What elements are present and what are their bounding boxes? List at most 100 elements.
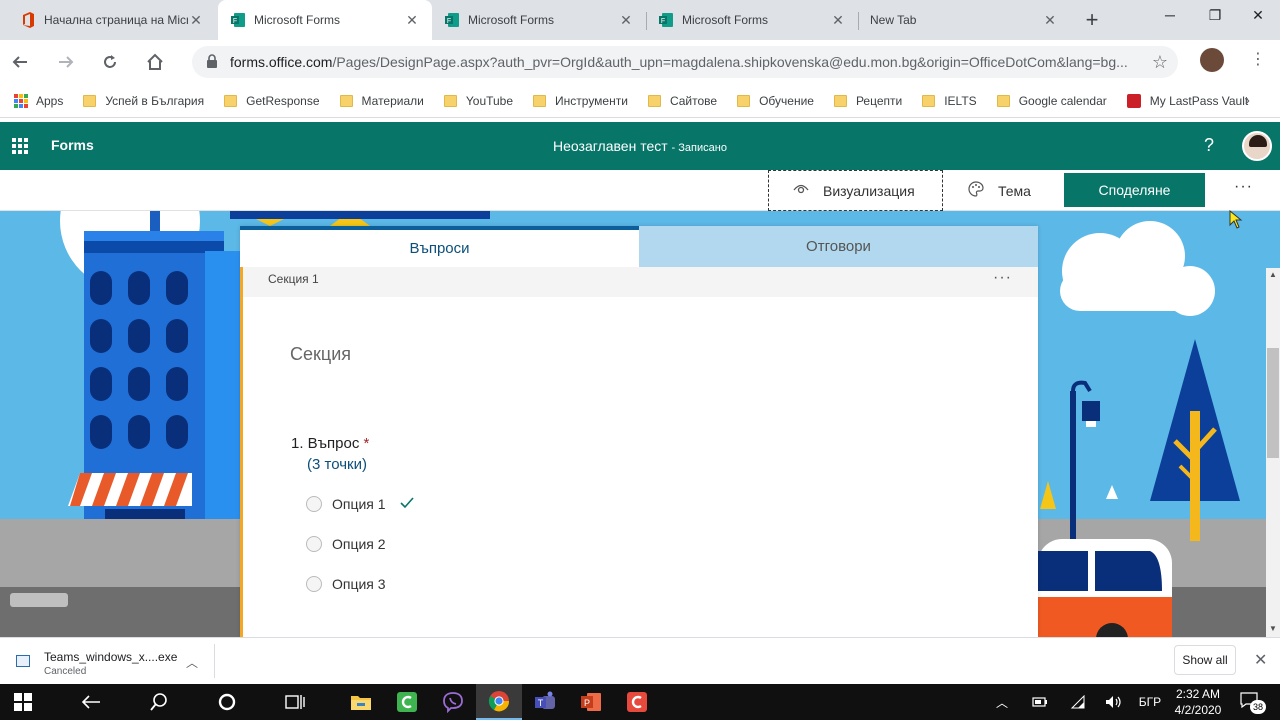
document-title[interactable]: Неозаглавен тест (553, 138, 668, 154)
bookmark-folder[interactable]: Обучение (737, 94, 814, 108)
notification-count-badge: 38 (1250, 700, 1266, 714)
svg-text:P: P (584, 698, 590, 708)
scroll-down-arrow-icon[interactable]: ▼ (1269, 624, 1277, 633)
bookmark-folder[interactable]: Рецепти (833, 94, 902, 108)
tab-title: Microsoft Forms (682, 13, 769, 27)
browser-tab-strip: Начална страница на Micro ✕ F Microsoft … (0, 0, 1280, 40)
choice-option[interactable]: Опция 3 (306, 574, 386, 594)
new-tab-plus-icon[interactable]: + (1080, 7, 1104, 32)
question-title[interactable]: 1. Въпрос * (291, 435, 369, 452)
user-avatar[interactable] (1242, 131, 1272, 161)
palette-icon (968, 180, 984, 201)
browser-tab-forms-2[interactable]: F Microsoft Forms ✕ (432, 0, 646, 40)
radio-button[interactable] (306, 576, 322, 592)
bookmark-folder[interactable]: IELTS (922, 94, 977, 108)
close-tab-icon[interactable]: ✕ (618, 12, 634, 28)
bookmark-label: YouTube (465, 93, 514, 108)
preview-button[interactable]: Визуализация (768, 170, 943, 211)
radio-button[interactable] (306, 496, 322, 512)
page-scrollbar[interactable]: ▲ ▼ (1266, 268, 1280, 637)
bookmark-folder[interactable]: Успей в България (83, 94, 204, 108)
folder-icon (339, 94, 353, 107)
close-download-shelf-icon[interactable]: ✕ (1254, 650, 1267, 670)
address-bar[interactable]: forms.office.com/Pages/DesignPage.aspx?a… (192, 46, 1178, 78)
bookmark-star-icon[interactable]: ☆ (1152, 52, 1168, 73)
back-arrow-icon[interactable] (68, 684, 114, 720)
restore-icon[interactable]: ❐ (1193, 0, 1237, 30)
svg-text:F: F (233, 18, 237, 25)
radio-button[interactable] (306, 536, 322, 552)
teams-icon[interactable]: T (522, 684, 568, 720)
browser-menu-icon[interactable]: ⋮ (1248, 50, 1268, 70)
wifi-icon[interactable] (1068, 684, 1088, 720)
svg-text:T: T (538, 698, 544, 708)
forward-arrow-icon[interactable] (52, 48, 80, 76)
windows-start-icon[interactable] (0, 684, 46, 720)
tab-questions[interactable]: Въпроси (240, 226, 639, 267)
close-tab-icon[interactable]: ✕ (830, 12, 846, 28)
clock-time: 2:32 AM (1175, 687, 1221, 701)
download-file-name: Teams_windows_x....exe (44, 650, 178, 664)
close-tab-icon[interactable]: ✕ (1042, 12, 1058, 28)
scrollbar-thumb[interactable] (1267, 348, 1279, 458)
camtasia-editor-icon[interactable] (614, 684, 660, 720)
theme-button[interactable]: Тема (968, 170, 1031, 211)
close-tab-icon[interactable]: ✕ (404, 12, 420, 28)
preview-label: Визуализация (823, 182, 915, 199)
choice-option[interactable]: Опция 2 (306, 534, 386, 554)
show-all-downloads-button[interactable]: Show all (1174, 645, 1236, 675)
minimize-icon[interactable]: ─ (1148, 0, 1192, 30)
viber-icon[interactable] (430, 684, 476, 720)
browser-tab-forms-3[interactable]: F Microsoft Forms ✕ (646, 0, 858, 40)
tab-title: Начална страница на Micro (44, 13, 188, 27)
browser-tab-office-home[interactable]: Начална страница на Micro ✕ (8, 0, 216, 40)
folder-icon (833, 94, 847, 107)
action-center-icon[interactable]: 38 (1240, 692, 1266, 714)
tab-title: Microsoft Forms (468, 13, 555, 27)
section-accent-bar (240, 297, 243, 637)
browser-tab-new[interactable]: New Tab ✕ (858, 0, 1070, 40)
bookmark-folder[interactable]: Сайтове (647, 94, 717, 108)
more-options-icon[interactable]: ··· (1234, 178, 1253, 196)
bookmark-folder[interactable]: Материали (339, 94, 424, 108)
choice-option[interactable]: Опция 1 (306, 494, 414, 514)
form-tabs: Въпроси Отговори (240, 226, 1038, 267)
chevron-up-icon[interactable]: ︿ (186, 654, 198, 671)
bookmark-lastpass[interactable]: My LastPass Vault (1126, 93, 1248, 108)
close-window-icon[interactable]: ✕ (1236, 0, 1280, 30)
cortana-icon[interactable] (204, 684, 250, 720)
reload-icon[interactable] (96, 48, 124, 76)
help-icon[interactable]: ? (1204, 135, 1214, 156)
back-arrow-icon[interactable] (6, 48, 34, 76)
input-language[interactable]: БГР (1136, 684, 1164, 720)
bookmark-apps[interactable]: Apps (14, 93, 64, 108)
bookmarks-overflow-chevron-icon[interactable]: › (1245, 92, 1250, 110)
home-icon[interactable] (141, 48, 169, 76)
powerpoint-icon[interactable]: P (568, 684, 614, 720)
bookmark-folder[interactable]: YouTube (443, 93, 514, 108)
volume-icon[interactable] (1104, 684, 1124, 720)
tab-responses[interactable]: Отговори (639, 226, 1038, 267)
bookmark-folder[interactable]: Инструменти (533, 94, 628, 108)
download-item[interactable]: Teams_windows_x....exe Canceled ︿ (14, 648, 214, 678)
profile-avatar-icon[interactable] (1200, 48, 1224, 72)
close-tab-icon[interactable]: ✕ (188, 12, 204, 28)
search-icon[interactable] (136, 684, 182, 720)
section-title[interactable]: Секция (290, 344, 351, 365)
bookmark-label: GetResponse (246, 93, 320, 108)
section-header[interactable]: Секция 1 ··· (240, 267, 1038, 297)
camtasia-recorder-icon[interactable] (384, 684, 430, 720)
chevron-up-icon[interactable]: ︿ (992, 684, 1012, 720)
scroll-up-arrow-icon[interactable]: ▲ (1269, 270, 1277, 279)
clock[interactable]: 2:32 AM 4/2/2020 (1168, 686, 1228, 718)
bookmark-label: Apps (36, 93, 64, 108)
file-explorer-icon[interactable] (338, 684, 384, 720)
task-view-icon[interactable] (272, 684, 318, 720)
share-button[interactable]: Споделяне (1064, 173, 1205, 207)
bookmark-folder[interactable]: Google calendar (996, 94, 1107, 108)
browser-tab-forms-active[interactable]: F Microsoft Forms ✕ (218, 0, 432, 40)
chrome-icon[interactable] (476, 684, 522, 720)
battery-icon[interactable] (1030, 684, 1050, 720)
section-menu-icon[interactable]: ··· (993, 269, 1012, 287)
bookmark-folder[interactable]: GetResponse (224, 93, 320, 108)
